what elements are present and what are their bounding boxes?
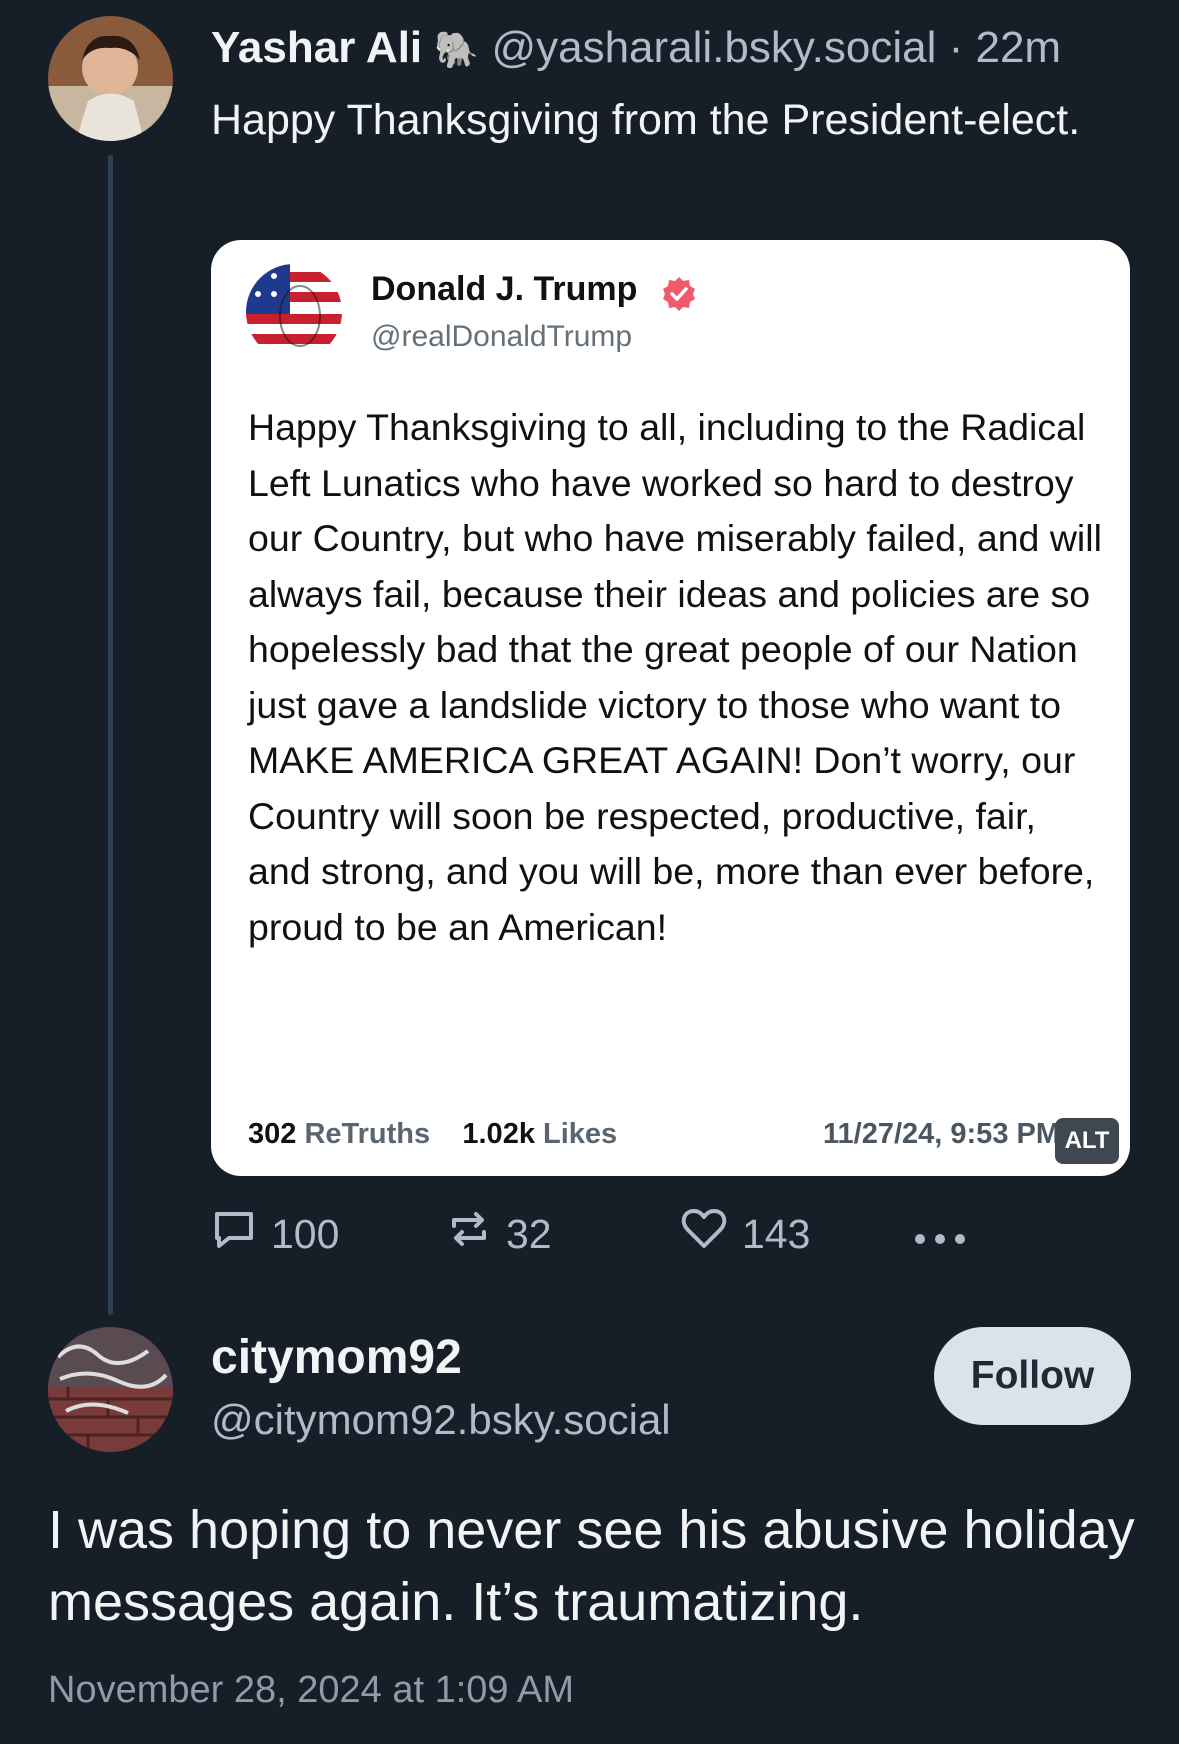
embedded-image[interactable]: Donald J. Trump @realDonaldTrump Happy T… [211, 240, 1130, 1176]
like-button[interactable]: 143 [680, 1206, 810, 1262]
more-icon [912, 1214, 982, 1261]
repost-icon [446, 1206, 506, 1262]
embed-likes-count: 1.02k [462, 1118, 535, 1150]
retruths-count: 302 [248, 1118, 297, 1150]
reply-post-text: I was hoping to never see his abusive ho… [48, 1500, 1135, 1632]
like-icon [680, 1206, 742, 1262]
retruths-label: ReTruths [304, 1118, 431, 1150]
like-count: 143 [742, 1210, 811, 1257]
embed-date: 11/27/24, 9:53 PM [823, 1118, 1060, 1150]
author-emoji: 🐘 [434, 29, 480, 70]
reply-post-date: November 28, 2024 at 1:09 AM [48, 1669, 574, 1711]
reply-icon [211, 1206, 271, 1262]
author-avatar[interactable] [48, 16, 173, 141]
repost-count: 32 [506, 1210, 552, 1257]
alt-text-button[interactable]: ALT [1055, 1118, 1119, 1164]
reply-author-avatar[interactable] [48, 1327, 173, 1452]
embed-author-handle: @realDonaldTrump [371, 320, 633, 353]
author-handle[interactable]: @yasharali.bsky.social [491, 23, 936, 72]
follow-button[interactable]: Follow [934, 1327, 1131, 1425]
repost-button[interactable]: 32 [446, 1206, 552, 1262]
reply-count: 100 [271, 1210, 340, 1257]
post-actions: 100 32 143 [0, 1206, 1179, 1266]
more-options-button[interactable] [912, 1214, 982, 1261]
embed-post-text: Happy Thanksgiving to all, including to … [248, 406, 1102, 948]
reply-author-name[interactable]: citymom92 [211, 1330, 462, 1385]
post-text: Happy Thanksgiving from the President-el… [211, 96, 1081, 144]
post-time: · 22m [948, 23, 1062, 72]
author-name[interactable]: Yashar Ali [211, 23, 422, 72]
verified-badge-icon [661, 276, 697, 317]
embed-likes-label: Likes [543, 1118, 618, 1150]
embed-stats: 302 ReTruths 1.02k Likes [248, 1118, 617, 1151]
embed-author-name: Donald J. Trump [371, 270, 638, 308]
reply-author-handle[interactable]: @citymom92.bsky.social [211, 1396, 671, 1444]
embed-author-avatar [246, 264, 342, 360]
thread-line [108, 155, 113, 1315]
reply-button[interactable]: 100 [211, 1206, 339, 1262]
post-header: Yashar Ali 🐘 @yasharali.bsky.social · 22… [211, 18, 1061, 80]
